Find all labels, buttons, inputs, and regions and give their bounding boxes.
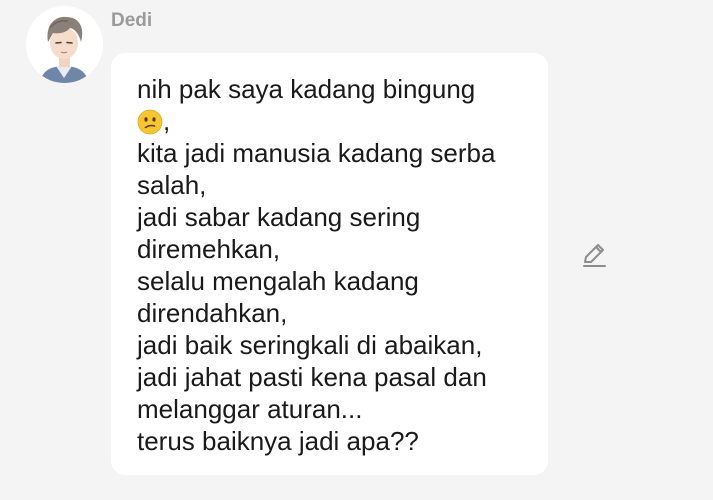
avatar[interactable]	[26, 6, 103, 83]
message-line: selalu mengalah kadang	[137, 266, 419, 296]
message-line: direndahkan,	[137, 298, 288, 328]
message-line: terus baiknya jadi apa??	[137, 426, 419, 456]
message-line: jadi sabar kadang sering	[137, 202, 421, 232]
message-line: kita jadi manusia kadang serba	[137, 138, 496, 168]
message-line: jadi jahat pasti kena pasal dan	[137, 362, 487, 392]
message-line: salah,	[137, 170, 207, 200]
edit-message-button[interactable]	[580, 241, 608, 269]
message-text: nih pak saya kadang bingung , kita jadi …	[137, 73, 537, 457]
message-line: nih pak saya kadang bingung	[137, 74, 476, 104]
message-line: diremehkan,	[137, 234, 281, 264]
sender-name: Dedi	[111, 10, 153, 31]
message-line-with-emoji: ,	[137, 105, 537, 137]
avatar-image	[26, 6, 103, 83]
message-bubble[interactable]: nih pak saya kadang bingung , kita jadi …	[111, 53, 548, 475]
message-line: melanggar aturan...	[137, 394, 363, 424]
confused-face-emoji	[137, 109, 163, 135]
message-line: ,	[163, 106, 171, 136]
pencil-icon	[583, 244, 606, 267]
message-line: jadi baik seringkali di abaikan,	[137, 330, 483, 360]
